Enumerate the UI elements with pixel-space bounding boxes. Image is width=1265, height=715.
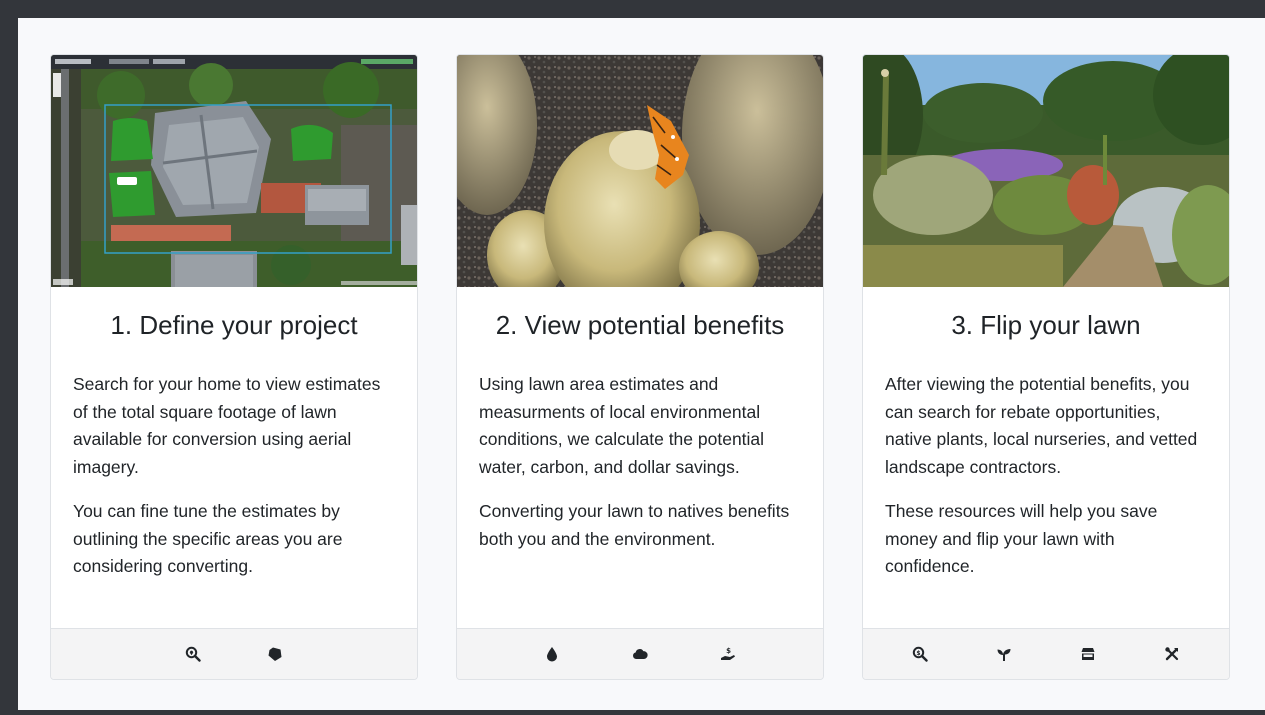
card-paragraph: Using lawn area estimates and measurment… (479, 374, 765, 477)
cloud-icon[interactable] (629, 643, 651, 665)
store-icon[interactable] (1077, 643, 1099, 665)
card-footer (51, 628, 417, 679)
water-drop-icon[interactable] (541, 643, 563, 665)
card-body: After viewing the potential benefits, yo… (885, 371, 1207, 598)
card-paragraph: After viewing the potential benefits, yo… (885, 374, 1198, 477)
cactus-butterfly-image (457, 55, 823, 287)
card-view-benefits: 2. View potential benefits Using lawn ar… (456, 54, 824, 680)
svg-text:$: $ (726, 647, 731, 655)
card-title: 2. View potential benefits (495, 310, 785, 340)
hand-holding-usd-icon[interactable]: $ (717, 643, 739, 665)
window-frame-bottom (0, 710, 1265, 715)
card-footer: $ (863, 628, 1229, 679)
card-footer: $ (457, 628, 823, 679)
svg-text:$: $ (916, 650, 920, 657)
card-define-project: 1. Define your project Search for your h… (50, 54, 418, 680)
seedling-icon[interactable] (993, 643, 1015, 665)
card-paragraph: These resources will help you save money… (885, 501, 1158, 576)
window-frame-left (0, 0, 18, 715)
window-frame-top (0, 0, 1265, 18)
card-body: Search for your home to view estimates o… (73, 371, 395, 598)
aerial-map-image (51, 55, 417, 287)
card-body: Using lawn area estimates and measurment… (479, 371, 801, 570)
draw-polygon-icon[interactable] (264, 643, 286, 665)
card-flip-lawn: 3. Flip your lawn After viewing the pote… (862, 54, 1230, 680)
content-area: 1. Define your project Search for your h… (18, 18, 1265, 710)
native-garden-image (863, 55, 1229, 287)
search-location-icon[interactable] (182, 643, 204, 665)
card-paragraph: Search for your home to view estimates o… (73, 374, 381, 477)
card-title: 3. Flip your lawn (951, 310, 1141, 340)
card-paragraph: Converting your lawn to natives benefits… (479, 501, 790, 549)
tools-icon[interactable] (1161, 643, 1183, 665)
card-title: 1. Define your project (110, 310, 358, 340)
card-paragraph: You can fine tune the estimates by outli… (73, 501, 343, 576)
search-dollar-icon[interactable]: $ (909, 643, 931, 665)
